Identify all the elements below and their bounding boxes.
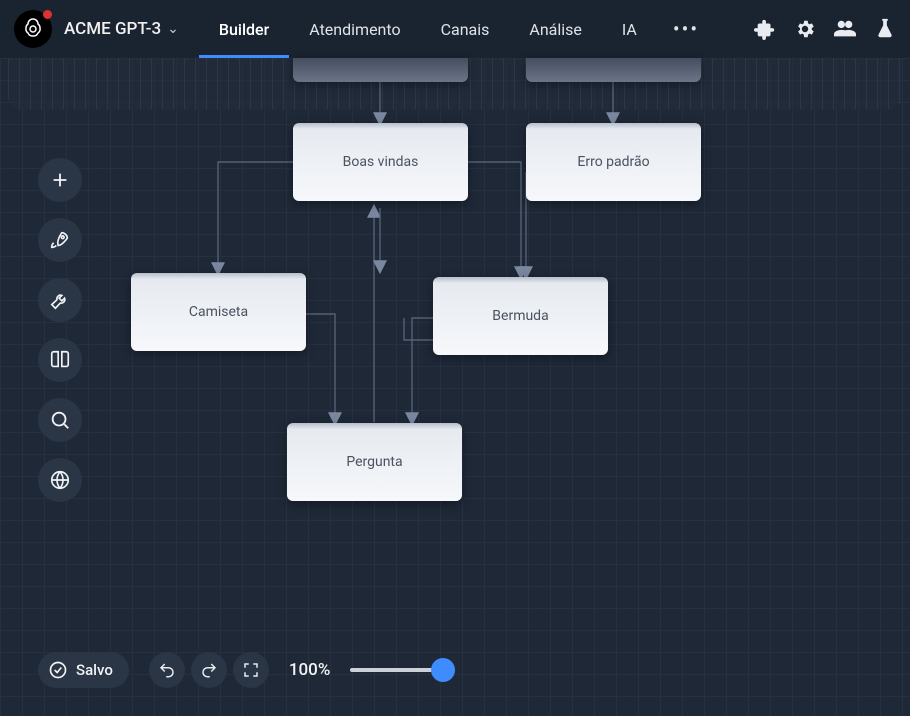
globe-icon [49, 469, 71, 491]
docs-button[interactable] [38, 338, 82, 382]
flow-node-camiseta[interactable]: Camiseta [131, 273, 306, 351]
zoom-level: 100% [289, 660, 331, 680]
flow-node-label: Camiseta [189, 304, 248, 320]
plus-icon [49, 169, 71, 191]
main-tabs: Builder Atendimento Canais Análise IA ••… [199, 0, 715, 58]
puzzle-icon [754, 18, 776, 40]
add-node-button[interactable] [38, 158, 82, 202]
tab-more[interactable]: ••• [657, 17, 715, 41]
check-circle-icon [48, 660, 68, 680]
redo-button[interactable] [191, 652, 227, 688]
tab-canais[interactable]: Canais [421, 0, 510, 58]
flow-node-label: Boas vindas [343, 154, 419, 170]
users-icon [834, 18, 856, 40]
chevron-down-icon: ⌄ [167, 21, 179, 37]
flow-node-label: Pergunta [346, 454, 402, 470]
experiments-button[interactable] [874, 18, 896, 40]
app-name-dropdown[interactable]: ACME GPT-3 ⌄ [64, 19, 179, 39]
zoom-slider[interactable] [350, 660, 454, 680]
redo-icon [200, 661, 218, 679]
variables-button[interactable] [38, 458, 82, 502]
app-header: ACME GPT-3 ⌄ Builder Atendimento Canais … [0, 0, 910, 58]
flow-node-boas-vindas[interactable]: Boas vindas [293, 123, 468, 201]
side-toolbar [38, 158, 82, 502]
gear-icon [794, 18, 816, 40]
flow-node-partial-right[interactable] [526, 58, 701, 82]
undo-button[interactable] [149, 652, 185, 688]
flow-node-label: Erro padrão [577, 154, 649, 170]
save-status-label: Salvo [76, 661, 113, 679]
extensions-button[interactable] [754, 18, 776, 40]
notification-dot-icon [43, 10, 52, 19]
configure-button[interactable] [38, 278, 82, 322]
tab-builder[interactable]: Builder [199, 0, 289, 58]
bottom-bar: Salvo 100% [38, 652, 454, 688]
search-icon [49, 409, 71, 431]
slider-thumb[interactable] [431, 658, 455, 682]
rocket-icon [49, 229, 71, 251]
search-canvas-button[interactable] [38, 398, 82, 442]
tab-ia[interactable]: IA [602, 0, 657, 58]
flask-icon [874, 18, 896, 40]
app-logo[interactable] [14, 10, 52, 48]
team-button[interactable] [834, 18, 856, 40]
flow-node-label: Bermuda [492, 308, 548, 324]
book-icon [49, 349, 71, 371]
save-status: Salvo [38, 652, 129, 688]
logo-icon [21, 17, 45, 41]
publish-button[interactable] [38, 218, 82, 262]
fullscreen-button[interactable] [233, 652, 269, 688]
settings-button[interactable] [794, 18, 816, 40]
flow-canvas[interactable]: Boas vindas Erro padrão Camiseta Bermuda… [0, 58, 910, 716]
wrench-icon [49, 289, 71, 311]
flow-node-bermuda[interactable]: Bermuda [433, 277, 608, 355]
undo-icon [158, 661, 176, 679]
flow-node-erro-padrao[interactable]: Erro padrão [526, 123, 701, 201]
history-buttons [149, 652, 269, 688]
flow-node-partial-left[interactable] [293, 58, 468, 82]
tab-atendimento[interactable]: Atendimento [289, 0, 420, 58]
app-name-label: ACME GPT-3 [64, 19, 161, 39]
header-actions [754, 18, 896, 40]
flow-node-pergunta[interactable]: Pergunta [287, 423, 462, 501]
fullscreen-icon [242, 661, 260, 679]
tab-analise[interactable]: Análise [509, 0, 602, 58]
